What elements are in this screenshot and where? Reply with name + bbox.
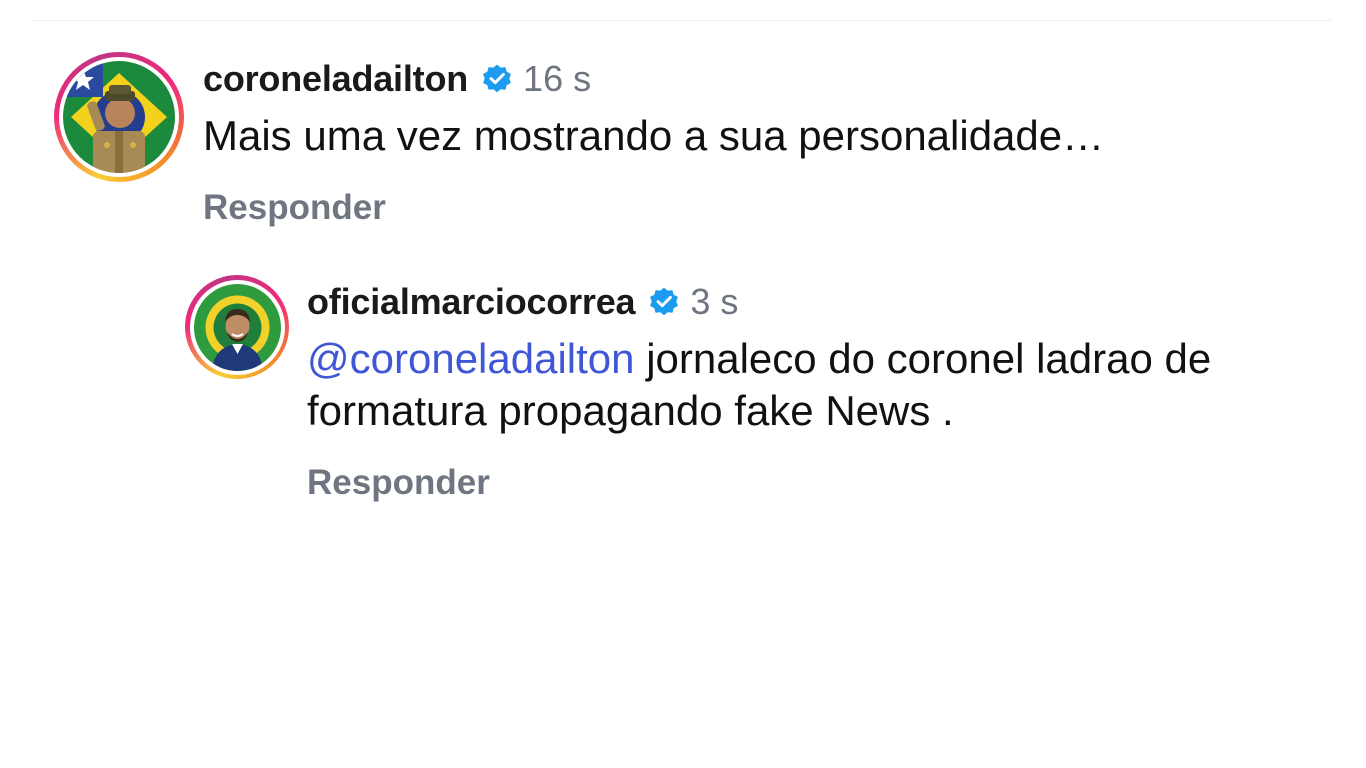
comment-item: coroneladailton 16 s Mais uma vez mostra… — [54, 52, 1104, 228]
mention-link[interactable]: @coroneladailton — [307, 335, 635, 382]
username[interactable]: oficialmarciocorrea — [307, 281, 636, 323]
timestamp: 16 s — [523, 58, 592, 99]
reply-button[interactable]: Responder — [203, 188, 1104, 228]
story-ring[interactable] — [185, 275, 289, 379]
avatar[interactable] — [193, 283, 281, 371]
reply-button[interactable]: Responder — [307, 463, 1287, 503]
comment-text: Mais uma vez mostrando a sua personalida… — [203, 112, 1105, 159]
comment-thread: coroneladailton 16 s Mais uma vez mostra… — [0, 0, 1366, 768]
verified-badge-icon — [481, 63, 513, 95]
story-ring[interactable] — [54, 52, 184, 182]
avatar-image-icon — [193, 283, 281, 371]
divider — [32, 20, 1332, 21]
verified-badge-icon — [648, 286, 680, 318]
reply-text: @coroneladailton jornaleco do coronel la… — [307, 333, 1287, 437]
avatar[interactable] — [63, 61, 175, 173]
reply-item: oficialmarciocorrea 3 s @coroneladailton… — [185, 275, 1287, 503]
timestamp: 3 s — [690, 281, 739, 322]
username[interactable]: coroneladailton — [203, 58, 468, 100]
avatar-image-icon — [63, 61, 175, 173]
